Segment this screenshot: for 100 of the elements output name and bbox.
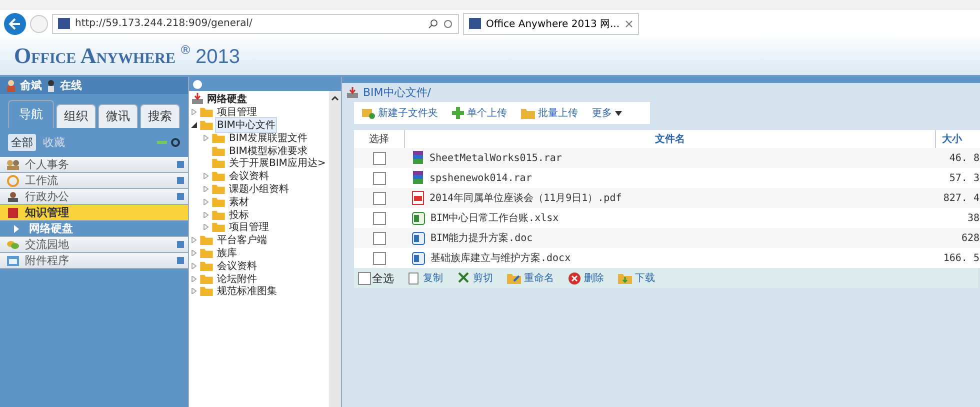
tree-item[interactable]: BIM模型标准要求 (228, 144, 308, 158)
tree-item[interactable]: BIM发展联盟文件 (228, 130, 308, 145)
nav-tab[interactable]: 微讯 (98, 104, 138, 128)
nav-tab[interactable]: 搜索 (140, 104, 180, 128)
action-button[interactable]: 删除 (568, 271, 604, 285)
folder-icon (212, 210, 225, 220)
tree-item[interactable]: 会议资料 (228, 169, 270, 184)
toolbar-button[interactable]: 单个上传 (452, 106, 507, 120)
delete-icon (568, 272, 581, 284)
action-button[interactable]: 复制 (408, 271, 443, 285)
file-name[interactable]: SheetMetalWorks015.rar (430, 152, 562, 164)
forward-button[interactable] (30, 14, 48, 32)
tree-item[interactable]: 素材 (228, 194, 250, 209)
browser-tab[interactable]: Office Anywhere 2013 网... (463, 12, 639, 34)
select-all-checkbox[interactable]: 全选 (358, 270, 394, 286)
scrollbar[interactable] (329, 91, 341, 407)
tree-item[interactable]: 课题小组资料 (228, 182, 290, 196)
menu-item[interactable]: 个人事务 (0, 157, 188, 173)
file-size: 827. 4 (936, 188, 980, 208)
menu-item[interactable]: 知识管理 (0, 205, 188, 221)
file-name[interactable]: BIM中心日常工作台账.xlsx (430, 211, 559, 225)
collapsed-icon[interactable] (203, 212, 209, 218)
people-icon (6, 158, 20, 170)
file-name[interactable]: 基础族库建立与维护方案.docx (430, 251, 571, 265)
document-icon (412, 252, 424, 264)
arrow-left-icon (9, 18, 21, 30)
row-checkbox[interactable] (372, 152, 386, 164)
expanded-icon[interactable] (191, 122, 197, 128)
file-size: 38 (936, 208, 980, 228)
row-checkbox[interactable] (372, 172, 386, 184)
tree-item[interactable]: 平台客户端 (216, 233, 268, 248)
search-icon[interactable] (428, 18, 438, 28)
drive-icon (346, 86, 359, 98)
row-checkbox[interactable] (372, 212, 386, 224)
collapsed-icon[interactable] (203, 224, 209, 230)
toggle-icon[interactable] (193, 80, 202, 88)
user-icon (6, 80, 16, 92)
refresh-icon[interactable] (443, 18, 453, 28)
collapsed-icon[interactable] (191, 109, 197, 116)
row-checkbox[interactable] (372, 252, 386, 264)
tree-item[interactable]: 会议资料 (216, 258, 258, 273)
toolbar-button[interactable]: 批量上传 (521, 106, 578, 120)
address-bar[interactable]: http://59.173.244.218:909/general/ (52, 14, 459, 34)
nav-tab[interactable]: 组织 (56, 104, 96, 128)
scroll-up-icon[interactable] (331, 95, 339, 101)
close-icon[interactable] (624, 20, 633, 28)
chat-icon (6, 238, 20, 250)
folder-path: BIM中心文件/ (363, 85, 431, 100)
refresh-icon[interactable] (171, 138, 180, 147)
tree-item[interactable]: 项目管理 (216, 105, 258, 120)
more-button[interactable]: 更多 (592, 106, 622, 120)
tree-root[interactable]: 网络硬盘 (207, 92, 247, 106)
folder-icon (212, 196, 225, 207)
collapsed-icon[interactable] (203, 198, 209, 205)
caret-icon (615, 110, 622, 116)
checkbox[interactable] (358, 272, 371, 284)
window-icon (6, 254, 20, 266)
collapsed-icon[interactable] (191, 276, 197, 282)
folder-icon (212, 222, 225, 232)
folder-icon (212, 171, 225, 182)
menu-item[interactable]: 工作流 (0, 173, 188, 189)
file-name[interactable]: BIM能力提升方案.doc (430, 231, 533, 245)
row-checkbox[interactable] (372, 192, 386, 204)
action-button[interactable]: 下载 (618, 271, 655, 285)
collapsed-icon[interactable] (191, 288, 197, 294)
book-icon (6, 206, 20, 218)
file-name[interactable]: spshenewok014.rar (430, 172, 532, 184)
folder-pencil-icon (507, 272, 521, 284)
tree-item[interactable]: 族库 (216, 246, 238, 260)
action-button[interactable]: 剪切 (457, 271, 493, 285)
menu-item[interactable]: 附件程序 (0, 253, 188, 269)
collapsed-icon[interactable] (191, 262, 197, 269)
folder-icon (212, 184, 225, 194)
folder-icon (200, 235, 213, 246)
pdf-icon (412, 191, 424, 205)
row-checkbox[interactable] (372, 232, 386, 244)
person-icon (6, 190, 20, 202)
folder-icon (200, 260, 213, 271)
collapsed-icon[interactable] (191, 250, 197, 256)
tree-item[interactable]: BIM中心文件 (216, 118, 276, 132)
collapsed-icon[interactable] (191, 237, 197, 244)
tree-item[interactable]: 关于开展BIM应用达> (228, 156, 327, 170)
back-button[interactable] (4, 12, 26, 34)
collapsed-icon[interactable] (203, 134, 209, 141)
menu-item[interactable]: 行政办公 (0, 189, 188, 205)
drive-icon (191, 93, 204, 106)
archive-icon (412, 151, 424, 165)
column-header: 大小 (936, 130, 980, 148)
collapsed-icon[interactable] (203, 186, 209, 192)
tree-item[interactable]: 论坛附件 (216, 272, 258, 286)
action-button[interactable]: 重命名 (507, 271, 554, 285)
file-size: 46. 8 (936, 148, 980, 168)
tree-item[interactable]: 投标 (228, 208, 250, 222)
toolbar-button[interactable]: 新建子文件夹 (362, 106, 438, 120)
filter-tab[interactable]: 全部 (8, 134, 36, 151)
tree-item[interactable]: 项目管理 (228, 220, 270, 234)
menu-item[interactable]: 交流园地 (0, 237, 188, 253)
site-icon (58, 18, 70, 29)
collapsed-icon[interactable] (203, 173, 209, 180)
tree-item[interactable]: 规范标准图集 (216, 284, 278, 298)
